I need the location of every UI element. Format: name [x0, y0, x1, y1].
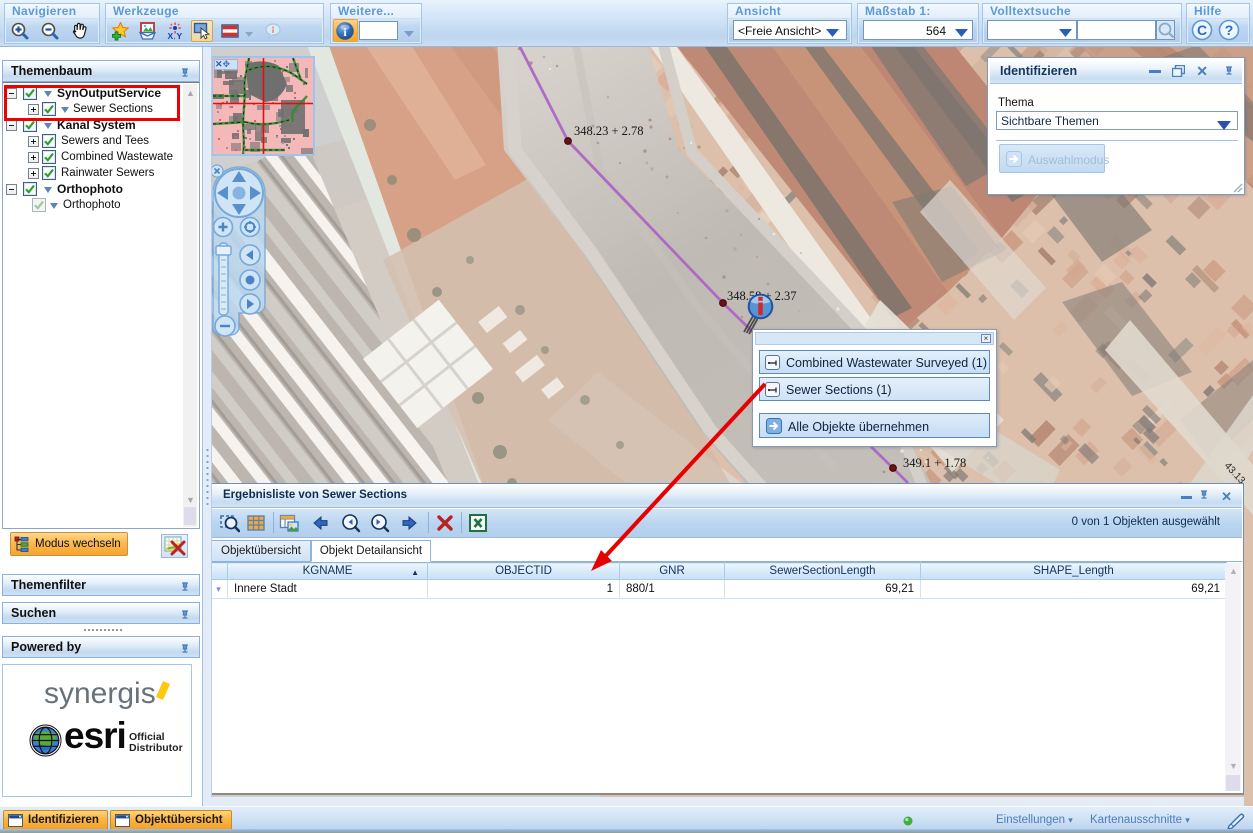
svg-text:348.23 + 2.78: 348.23 + 2.78: [574, 124, 644, 138]
svg-text:Y: Y: [177, 31, 183, 40]
svg-text:?: ?: [1225, 22, 1234, 38]
svg-text:349.1 + 1.78: 349.1 + 1.78: [903, 456, 966, 470]
svg-text:C: C: [1197, 22, 1207, 38]
svg-text:,: ,: [174, 34, 176, 41]
